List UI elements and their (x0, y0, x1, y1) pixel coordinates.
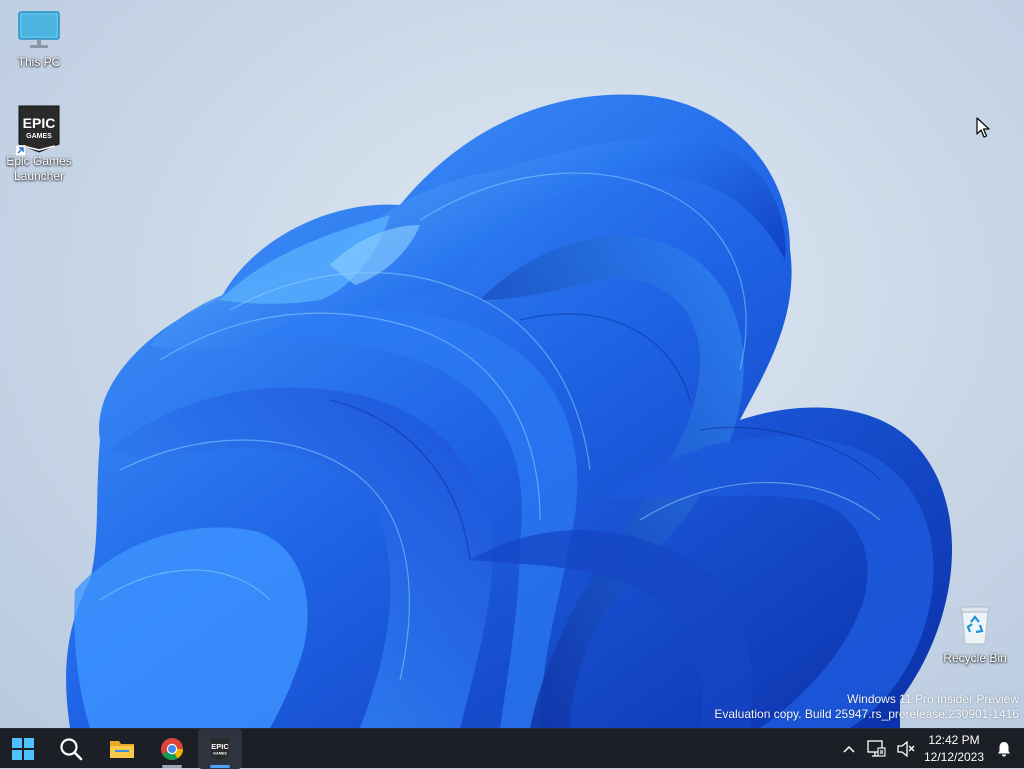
chrome-button[interactable] (150, 729, 194, 769)
clock-date: 12/12/2023 (923, 750, 985, 764)
monitor-icon (18, 11, 60, 48)
volume-button[interactable] (894, 729, 918, 769)
windows-start-icon (12, 738, 34, 760)
notifications-button[interactable] (992, 729, 1016, 769)
clock-time: 12:42 PM (928, 733, 980, 747)
evaluation-watermark-line1: Windows 11 Pro Insider Preview (847, 692, 1019, 706)
desktop-icon-this-pc[interactable]: This PC (1, 10, 77, 70)
epic-games-taskbar-button[interactable]: EPIC GAMES (198, 729, 242, 769)
recycle-bin-icon (960, 606, 990, 645)
desktop-icon-label: Recycle Bin (943, 651, 1007, 665)
games-logo-text: GAMES (26, 133, 52, 140)
folder-icon (110, 741, 134, 758)
desktop-icon-epic-games[interactable]: EPIC GAMES Epic Games Launcher (1, 104, 77, 184)
clock[interactable]: 12:42 PM 12/12/2023 (918, 732, 990, 766)
evaluation-watermark-line2: Evaluation copy. Build 25947.rs_prerelea… (714, 707, 1019, 721)
search-icon (60, 738, 83, 761)
search-button[interactable] (49, 729, 93, 769)
desktop-icon-recycle-bin[interactable]: Recycle Bin (937, 604, 1013, 666)
volume-muted-icon (897, 741, 915, 757)
wallpaper-bloom (66, 94, 953, 728)
epic-logo-text: EPIC (23, 115, 56, 131)
network-status-button[interactable] (864, 729, 888, 769)
taskbar: EPIC GAMES 12:42 PM 12/12/2023 (0, 728, 1024, 769)
desktop-icon-label-line1: Epic Games (6, 154, 72, 168)
desktop[interactable]: This PC EPIC GAMES Epic Games Launcher R… (0, 0, 1024, 728)
games-logo-text: GAMES (213, 752, 227, 756)
desktop-icon-label: This PC (17, 55, 61, 69)
network-disconnected-icon (867, 740, 886, 757)
desktop-icon-label-line2: Launcher (13, 169, 65, 183)
shortcut-arrow-icon (15, 145, 26, 156)
start-button[interactable] (1, 729, 45, 769)
mouse-cursor-icon (976, 117, 990, 138)
bell-icon (998, 742, 1010, 757)
file-explorer-button[interactable] (100, 729, 144, 769)
epic-logo-text: EPIC (211, 742, 229, 751)
show-hidden-icons-button[interactable] (838, 729, 860, 769)
epic-games-icon: EPIC GAMES (211, 738, 229, 760)
chevron-up-icon (843, 745, 855, 753)
chrome-icon (161, 738, 183, 760)
